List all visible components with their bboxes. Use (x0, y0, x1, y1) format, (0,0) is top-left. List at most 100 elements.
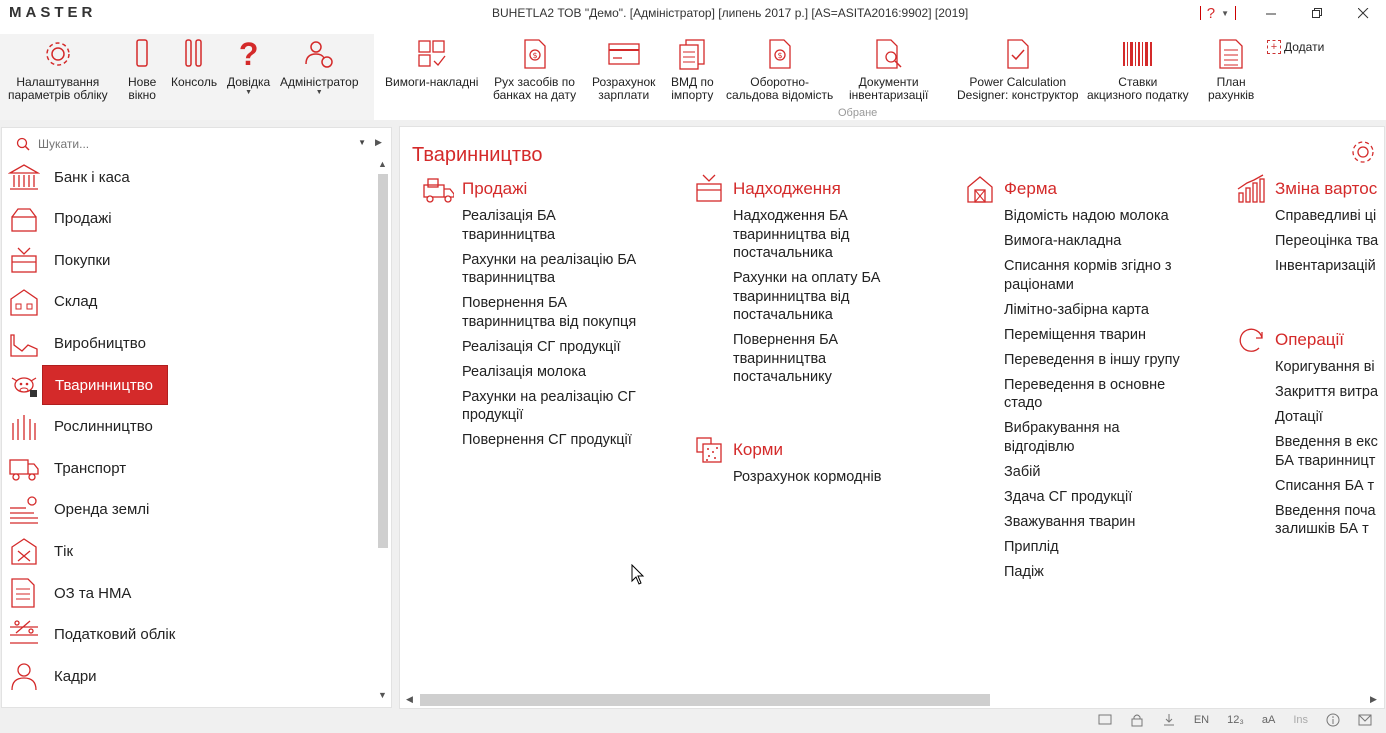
new-window-button[interactable]: Нове вікно (128, 26, 156, 102)
mail-icon[interactable] (1358, 713, 1372, 727)
help-button[interactable]: ? Довідка ▼ (227, 26, 270, 97)
sidebar-item[interactable]: Покупки (6, 240, 372, 280)
section-link[interactable]: Повернення БА тваринництва від покупця (462, 294, 636, 331)
section-link[interactable]: Дотації (1275, 408, 1378, 427)
section-link[interactable]: Рахунки на реалізацію СГ продукції (462, 388, 636, 425)
fav-oborotno-saldova[interactable]: $ Оборотно- сальдова відомість (726, 26, 833, 102)
basket-icon (6, 244, 42, 276)
section-link[interactable]: Вимога-накладна (1004, 232, 1180, 251)
assets-icon (6, 577, 42, 609)
section-link[interactable]: Реалізація СГ продукції (462, 338, 636, 357)
help-icon[interactable]: ? (1207, 5, 1215, 22)
fav-dokumenty-inventaryzatsii[interactable]: Документи інвентаризації (849, 26, 928, 102)
sidebar-item[interactable]: ОЗ та НМА (6, 573, 372, 613)
section-link[interactable]: Переведення в іншу групу (1004, 351, 1180, 370)
section-title[interactable]: Зміна вартос (1275, 179, 1377, 199)
section-link[interactable]: Переведення в основне стадо (1004, 376, 1180, 413)
section-link[interactable]: Зважування тварин (1004, 513, 1180, 532)
section-title[interactable]: Корми (733, 440, 783, 460)
section-link[interactable]: Надходження БА тваринництва від постачал… (733, 207, 880, 263)
section-link[interactable]: Приплід (1004, 538, 1180, 557)
section-link[interactable]: Введення поча залишків БА т (1275, 502, 1378, 539)
info-icon[interactable] (1326, 713, 1340, 727)
collapse-arrow-icon[interactable]: ▶ (375, 137, 382, 148)
sidebar-item[interactable]: Рослинництво (6, 407, 372, 447)
section-title[interactable]: Надходження (733, 179, 841, 199)
section-link[interactable]: Вибракування на відгодівлю (1004, 419, 1180, 456)
fav-power-calculation[interactable]: Power Calculation Designer: конструктор (957, 26, 1079, 102)
section-link[interactable]: Переміщення тварин (1004, 326, 1180, 345)
sidebar-item[interactable]: Банк і каса (6, 157, 372, 197)
box-icon (6, 203, 42, 235)
docs-icon (679, 39, 705, 70)
fav-vmd-po-importu[interactable]: ВМД по імпорту (671, 26, 714, 102)
sidebar-item[interactable]: Тваринництво (6, 365, 372, 405)
admin-button[interactable]: Адміністратор ▼ (280, 26, 359, 97)
sidebar-item-label: Транспорт (54, 459, 127, 477)
sidebar-item[interactable]: Податковий облік (6, 615, 372, 655)
add-favorite-button[interactable]: + Додати (1267, 40, 1324, 54)
section-link[interactable]: Закриття витра (1275, 383, 1378, 402)
console-button[interactable]: Консоль (171, 26, 217, 89)
section-link[interactable]: Списання кормів згідно з раціонами (1004, 257, 1180, 294)
section-link[interactable]: Відомість надою молока (1004, 207, 1180, 226)
screen-icon[interactable] (1098, 713, 1112, 727)
section-title[interactable]: Ферма (1004, 179, 1057, 199)
section-link[interactable]: Розрахунок кормоднів (733, 468, 881, 487)
section-link[interactable]: Реалізація молока (462, 363, 636, 382)
section-link[interactable]: Реалізація БА тваринництва (462, 207, 636, 244)
fav-plan-rakhunkiv[interactable]: План рахунків (1208, 26, 1254, 102)
section-link[interactable]: Інвентаризацій (1275, 257, 1378, 276)
download-icon[interactable] (1162, 713, 1176, 727)
section-title[interactable]: Операції (1275, 330, 1344, 350)
sidebar-item[interactable]: Продажі (6, 199, 372, 239)
section-link[interactable]: Лімітно-забірна карта (1004, 301, 1180, 320)
fav-stavky-aktsyzu[interactable]: Ставки акцизного податку (1087, 26, 1189, 102)
scroll-down-icon[interactable]: ▼ (378, 690, 387, 700)
minimize-button[interactable] (1248, 0, 1294, 26)
lock-icon[interactable] (1130, 713, 1144, 727)
section-link[interactable]: Введення в екс БА тваринницт (1275, 433, 1378, 470)
section-link[interactable]: Списання БА т (1275, 477, 1378, 496)
main-hscrollbar[interactable]: ◀ ▶ (402, 690, 1382, 708)
search-input[interactable] (38, 137, 338, 151)
language-indicator[interactable]: EN (1194, 714, 1209, 726)
maximize-button[interactable] (1294, 0, 1340, 26)
scroll-thumb[interactable] (420, 694, 990, 706)
scroll-thumb[interactable] (378, 174, 388, 548)
chevron-down-icon[interactable]: ▼ (1221, 9, 1229, 18)
scroll-up-icon[interactable]: ▲ (378, 159, 387, 169)
fav-rozrakhunok-zarplaty[interactable]: Розрахунок зарплати (592, 26, 655, 102)
section-link[interactable]: Падіж (1004, 563, 1180, 582)
section-link[interactable]: Справедливі ці (1275, 207, 1378, 226)
sidebar-item[interactable]: Тік (6, 531, 372, 571)
sidebar-scrollbar[interactable]: ▲ ▼ (375, 158, 391, 708)
status-bar: EN 12₃ aA Ins (0, 710, 1386, 733)
section-link[interactable]: Здача СГ продукції (1004, 488, 1180, 507)
chevron-down-icon[interactable]: ▼ (358, 138, 366, 147)
fav-vymohy-nakladni[interactable]: Вимоги-накладні (385, 26, 478, 89)
section-link[interactable]: Забій (1004, 463, 1180, 482)
sidebar-item[interactable]: Кадри (6, 656, 372, 696)
close-button[interactable] (1340, 0, 1386, 26)
section-link[interactable]: Коригування ві (1275, 358, 1378, 377)
fav-rukh-zasobiv[interactable]: $ Рух засобів по банках на дату (493, 26, 576, 102)
section-link[interactable]: Повернення БА тваринництва постачальнику (733, 331, 880, 387)
minimize-icon (1265, 13, 1276, 14)
scroll-right-icon[interactable]: ▶ (1370, 694, 1377, 705)
sidebar-item[interactable]: Виробництво (6, 323, 372, 363)
sidebar-item[interactable]: Склад (6, 282, 372, 322)
sidebar-item[interactable]: Транспорт (6, 448, 372, 488)
farm-icon (962, 174, 998, 204)
section-link[interactable]: Рахунки на оплату БА тваринництва від по… (733, 269, 880, 325)
settings-button[interactable]: Налаштування параметрів обліку (8, 26, 108, 102)
section-link[interactable]: Повернення СГ продукції (462, 431, 636, 450)
page-settings-button[interactable] (1348, 137, 1378, 172)
section-title[interactable]: Продажі (462, 179, 527, 199)
money-doc-icon: $ (523, 39, 546, 69)
sidebar-search[interactable]: ▼ (16, 134, 368, 154)
scroll-left-icon[interactable]: ◀ (406, 694, 413, 705)
section-link[interactable]: Переоцінка тва (1275, 232, 1378, 251)
sidebar-item[interactable]: Оренда землі (6, 490, 372, 530)
section-link[interactable]: Рахунки на реалізацію БА тваринництва (462, 251, 636, 288)
